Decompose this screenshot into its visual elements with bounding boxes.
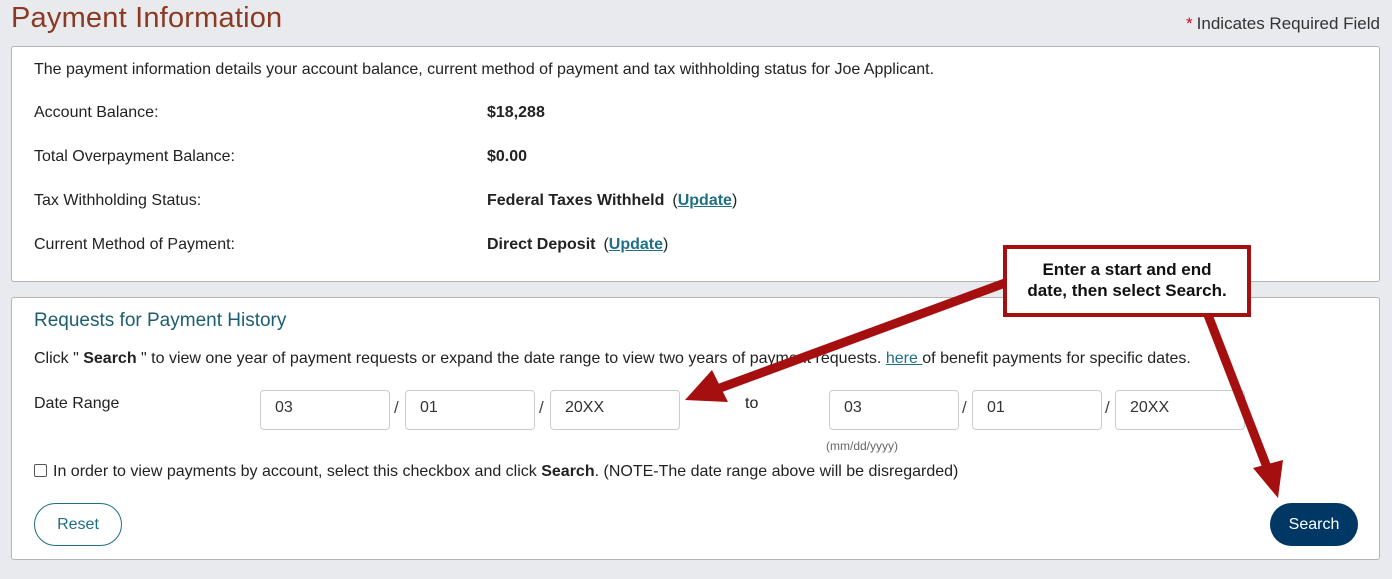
update-tax-withholding-link[interactable]: Update (678, 192, 732, 209)
page-title: Payment Information (11, 2, 283, 34)
end-day-input[interactable]: 01 (972, 390, 1102, 430)
end-month-input[interactable]: 03 (829, 390, 959, 430)
to-label: to (745, 395, 759, 412)
required-field-note: * Indicates Required Field (1186, 14, 1380, 34)
payment-history-panel: Requests for Payment History Click " Sea… (11, 297, 1380, 560)
payment-info-intro: The payment information details your acc… (34, 61, 935, 78)
search-button[interactable]: Search (1270, 503, 1358, 546)
reset-button[interactable]: Reset (34, 503, 122, 546)
date-separator: / (539, 398, 544, 417)
required-star: * (1186, 14, 1193, 33)
payment-method-value-wrap: Direct Deposit (Update) (487, 236, 669, 253)
overpayment-balance-label: Total Overpayment Balance: (34, 148, 235, 165)
instruction-callout: Enter a start and end date, then select … (1003, 245, 1251, 317)
payment-history-instructions: Click " Search " to view one year of pay… (34, 350, 1191, 367)
required-note-text: Indicates Required Field (1196, 14, 1380, 33)
payment-history-title: Requests for Payment History (34, 310, 287, 331)
date-separator: / (962, 398, 967, 417)
start-month-input[interactable]: 03 (260, 390, 390, 430)
date-separator: / (1105, 398, 1110, 417)
end-year-input[interactable]: 20XX (1115, 390, 1245, 430)
view-by-account-row: In order to view payments by account, se… (34, 463, 958, 481)
tax-withholding-value-wrap: Federal Taxes Withheld (Update) (487, 192, 738, 209)
update-payment-method-link[interactable]: Update (609, 236, 663, 253)
date-format-hint: (mm/dd/yyyy) (826, 439, 898, 453)
here-link[interactable]: here (886, 350, 922, 367)
payment-method-value: Direct Deposit (487, 236, 596, 253)
overpayment-balance-value: $0.00 (487, 148, 528, 165)
tax-withholding-value: Federal Taxes Withheld (487, 192, 665, 209)
date-range-label: Date Range (34, 395, 120, 412)
start-day-input[interactable]: 01 (405, 390, 535, 430)
view-by-account-checkbox[interactable] (34, 464, 47, 477)
account-balance-value: $18,288 (487, 104, 545, 121)
payment-method-label: Current Method of Payment: (34, 236, 235, 253)
date-separator: / (394, 398, 399, 417)
account-balance-label: Account Balance: (34, 104, 159, 121)
tax-withholding-label: Tax Withholding Status: (34, 192, 202, 209)
start-year-input[interactable]: 20XX (550, 390, 680, 430)
callout-line-1: Enter a start and end (1042, 260, 1212, 279)
callout-line-2: date, then select Search. (1027, 281, 1227, 300)
